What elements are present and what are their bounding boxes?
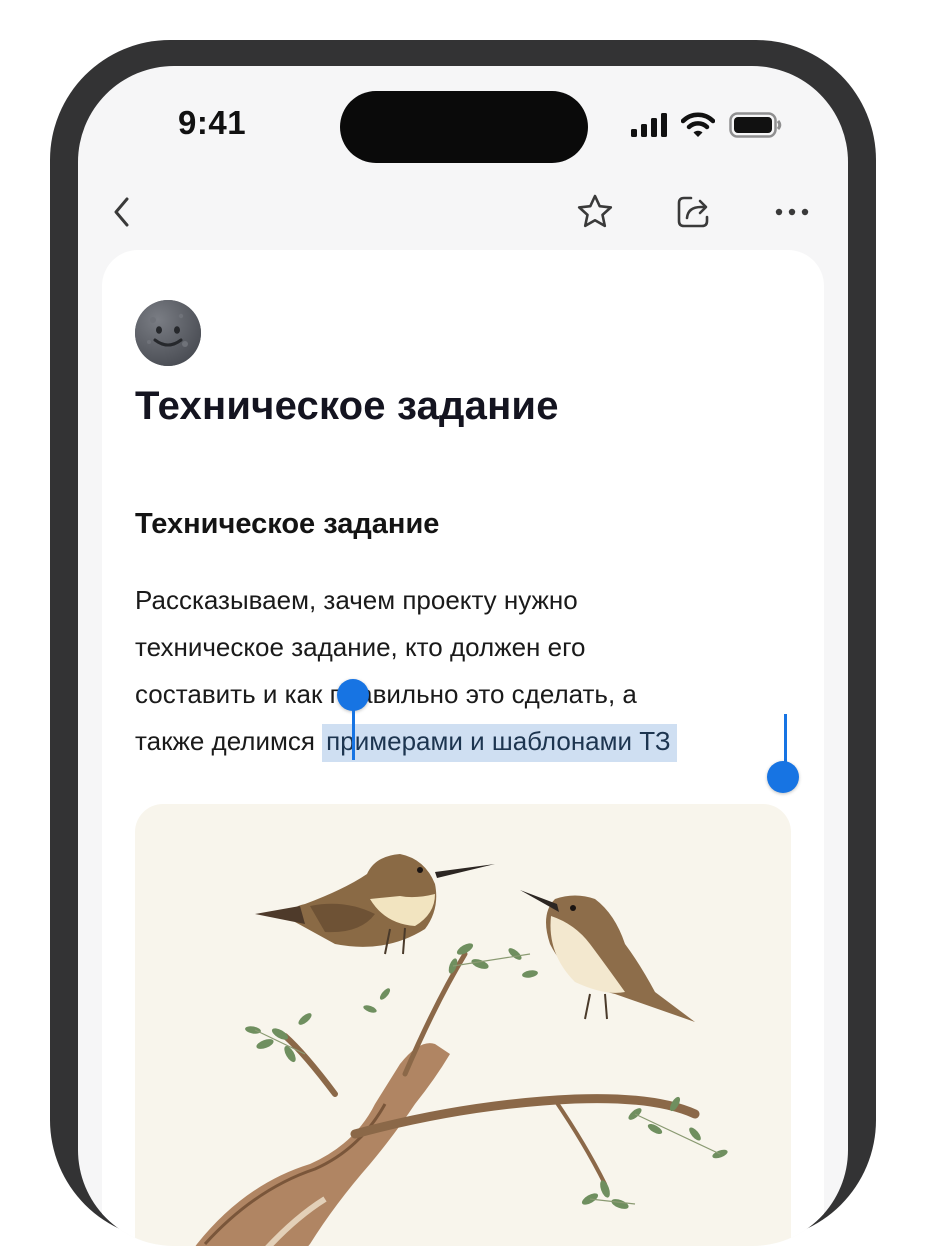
document-card: Техническое задание Техническое задание … bbox=[102, 250, 824, 1246]
selected-text[interactable]: примерами и шаблонами ТЗ bbox=[322, 724, 677, 762]
back-chevron-icon bbox=[114, 197, 129, 227]
selection-end-handle[interactable] bbox=[767, 761, 799, 793]
star-icon bbox=[577, 194, 613, 228]
phone-screen: 9:41 Техническое задание Техническое зад… bbox=[78, 66, 848, 1246]
battery-icon bbox=[729, 112, 782, 138]
section-heading[interactable]: Техническое задание bbox=[135, 508, 439, 541]
paragraph-line: также делимся bbox=[135, 726, 323, 756]
share-icon bbox=[677, 196, 709, 228]
wifi-icon bbox=[681, 112, 715, 137]
paragraph-line: Рассказываем, зачем проекту нужно bbox=[135, 585, 578, 615]
more-button[interactable] bbox=[768, 188, 816, 236]
status-icons bbox=[631, 110, 783, 140]
signal-icon bbox=[631, 113, 667, 137]
dynamic-island bbox=[340, 91, 588, 163]
paragraph-line: техническое задание, кто должен его bbox=[135, 632, 586, 662]
status-time: 9:41 bbox=[178, 104, 247, 141]
selection-end-cursor bbox=[784, 714, 787, 762]
more-icon bbox=[775, 208, 809, 216]
back-button[interactable] bbox=[98, 188, 146, 236]
share-button[interactable] bbox=[670, 188, 718, 236]
paragraph[interactable]: Рассказываем, зачем проекту нужно технич… bbox=[135, 577, 795, 765]
birds-on-branch-image bbox=[195, 854, 728, 1246]
moon-face-icon bbox=[135, 300, 201, 366]
birds-illustration bbox=[135, 804, 791, 1246]
selection-start-cursor bbox=[352, 695, 355, 760]
document-title[interactable]: Техническое задание bbox=[135, 384, 559, 429]
page-avatar[interactable] bbox=[135, 300, 201, 366]
paragraph-line: составить и как правильно это сделать, а bbox=[135, 679, 637, 709]
favorite-button[interactable] bbox=[571, 188, 619, 236]
